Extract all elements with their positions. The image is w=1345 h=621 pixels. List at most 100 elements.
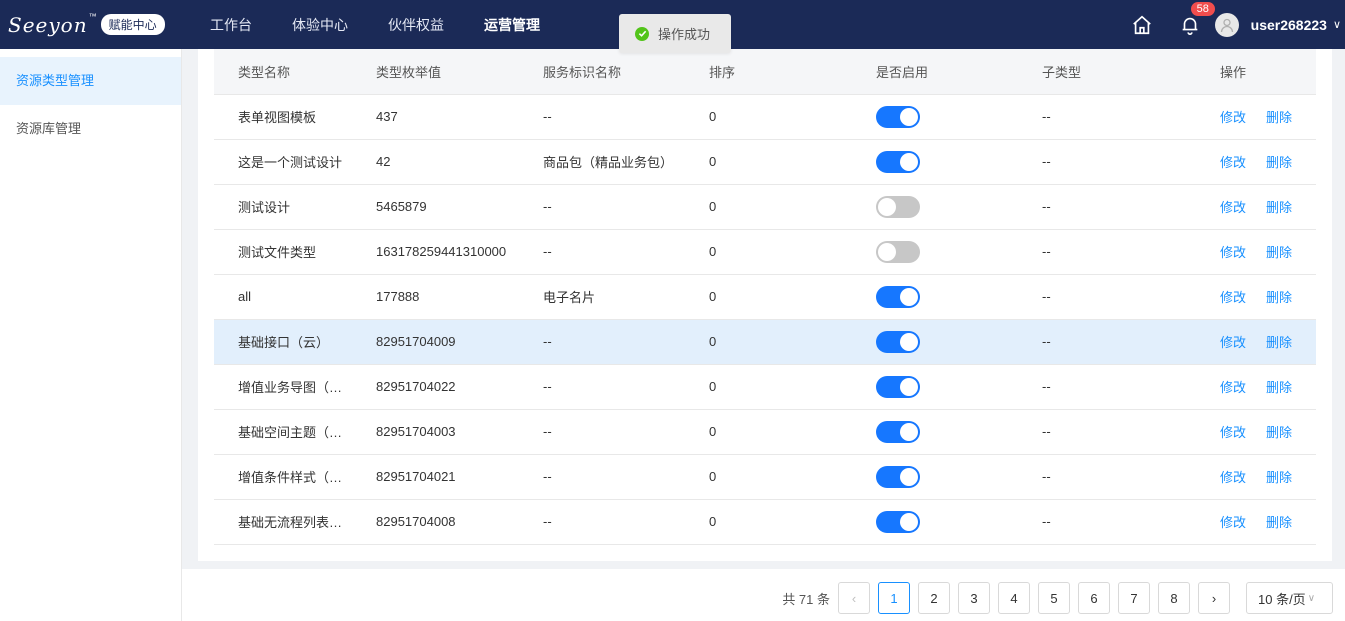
next-page-button[interactable]: ›	[1198, 582, 1230, 614]
page-button[interactable]: 4	[998, 582, 1030, 614]
delete-link[interactable]: 删除	[1266, 335, 1292, 350]
nav-item-operations[interactable]: 运营管理	[484, 15, 540, 35]
page-button[interactable]: 2	[918, 582, 950, 614]
edit-link[interactable]: 修改	[1220, 515, 1246, 530]
enabled-toggle[interactable]	[876, 510, 920, 533]
sidebar: 资源类型管理 资源库管理	[0, 49, 182, 621]
nav-item-workbench[interactable]: 工作台	[210, 15, 252, 35]
edit-link[interactable]: 修改	[1220, 200, 1246, 215]
edit-link[interactable]: 修改	[1220, 470, 1246, 485]
delete-link[interactable]: 删除	[1266, 155, 1292, 170]
pagination: 共 71 条 ‹ 12345678 › 10 条/页 ∨	[782, 582, 1333, 614]
logo-trademark: ™	[88, 12, 97, 21]
cell-type-name: 基础接口（云）	[214, 319, 352, 365]
page-button[interactable]: 7	[1118, 582, 1150, 614]
delete-link[interactable]: 删除	[1266, 110, 1292, 125]
cell-enum-value: 5465879	[352, 184, 519, 230]
cell-sort: 0	[685, 319, 852, 365]
cell-enum-value: 82951704003	[352, 409, 519, 455]
cell-actions: 修改 删除	[1196, 94, 1316, 140]
toggle-knob	[900, 287, 918, 306]
cell-actions: 修改 删除	[1196, 229, 1316, 275]
edit-link[interactable]: 修改	[1220, 380, 1246, 395]
delete-link[interactable]: 删除	[1266, 290, 1292, 305]
cell-subtype: --	[1018, 319, 1196, 365]
logo[interactable]: Seeyon ™ 赋能中心	[8, 12, 190, 37]
cell-type-name: all	[214, 274, 352, 320]
cell-enabled	[852, 409, 1018, 455]
page-size-select[interactable]: 10 条/页 ∨	[1246, 582, 1333, 614]
sidebar-item-label: 资源库管理	[16, 121, 82, 136]
page-button[interactable]: 1	[878, 582, 910, 614]
column-header-subtype: 子类型	[1018, 49, 1196, 95]
enabled-toggle[interactable]	[876, 420, 920, 443]
nav-item-partner-rights[interactable]: 伙伴权益	[388, 15, 444, 35]
delete-link[interactable]: 删除	[1266, 470, 1292, 485]
user-icon	[1220, 18, 1233, 32]
cell-enabled	[852, 454, 1018, 500]
cell-sort: 0	[685, 274, 852, 320]
prev-page-button[interactable]: ‹	[838, 582, 870, 614]
cell-sort: 0	[685, 229, 852, 275]
delete-link[interactable]: 删除	[1266, 200, 1292, 215]
cell-type-name: 测试设计	[214, 184, 352, 230]
sidebar-item-resource-type-management[interactable]: 资源类型管理	[0, 57, 181, 105]
table-row: 测试设计 5465879 -- 0 -- 修改 删除	[214, 184, 1316, 230]
enabled-toggle[interactable]	[876, 105, 920, 128]
delete-link[interactable]: 删除	[1266, 245, 1292, 260]
enabled-toggle[interactable]	[876, 195, 920, 218]
table-row: 基础无流程列表（云）82951704008--0--修改删除	[214, 499, 1316, 545]
chevron-down-icon[interactable]: ∨	[1333, 18, 1341, 31]
cell-service-name: --	[519, 94, 685, 140]
enabled-toggle[interactable]	[876, 240, 920, 263]
enabled-toggle[interactable]	[876, 330, 920, 353]
delete-link[interactable]: 删除	[1266, 515, 1292, 530]
cell-type-name: 增值条件样式（云）	[214, 454, 352, 500]
logo-text: Seeyon	[8, 12, 88, 37]
cell-subtype: --	[1018, 409, 1196, 455]
page-list: 12345678	[878, 582, 1198, 614]
cell-enabled	[852, 364, 1018, 410]
page-button[interactable]: 5	[1038, 582, 1070, 614]
edit-link[interactable]: 修改	[1220, 290, 1246, 305]
delete-link[interactable]: 删除	[1266, 425, 1292, 440]
table-row: all 177888 电子名片 0 -- 修改 删除	[214, 274, 1316, 320]
toggle-knob	[900, 377, 918, 396]
table-card: 类型名称 类型枚举值 服务标识名称 排序 是否启用 子类型 操作 表单视图模板 4…	[198, 49, 1332, 561]
column-header-service-name: 服务标识名称	[519, 49, 685, 95]
cell-subtype: --	[1018, 184, 1196, 230]
home-icon[interactable]	[1131, 14, 1153, 36]
toggle-knob	[878, 242, 896, 261]
cell-enum-value: 177888	[352, 274, 519, 320]
cell-enabled	[852, 229, 1018, 275]
page-button[interactable]: 3	[958, 582, 990, 614]
cell-type-name: 基础无流程列表（云）	[214, 499, 352, 545]
total-count: 共 71 条	[782, 591, 830, 607]
cell-service-name: --	[519, 499, 685, 545]
table-row: 这是一个测试设计 42 商品包（精品业务包） 0 -- 修改 删除	[214, 139, 1316, 185]
page-button[interactable]: 6	[1078, 582, 1110, 614]
username[interactable]: user268223	[1251, 17, 1327, 33]
toggle-knob	[900, 422, 918, 441]
delete-link[interactable]: 删除	[1266, 380, 1292, 395]
enabled-toggle[interactable]	[876, 375, 920, 398]
notification-badge: 58	[1189, 0, 1216, 17]
cell-sort: 0	[685, 364, 852, 410]
cell-enabled	[852, 274, 1018, 320]
edit-link[interactable]: 修改	[1220, 110, 1246, 125]
enabled-toggle[interactable]	[876, 285, 920, 308]
table-row: 增值业务导图（云） 82951704022 -- 0 -- 修改 删除	[214, 364, 1316, 410]
edit-link[interactable]: 修改	[1220, 335, 1246, 350]
edit-link[interactable]: 修改	[1220, 245, 1246, 260]
edit-link[interactable]: 修改	[1220, 425, 1246, 440]
nav-item-experience-center[interactable]: 体验中心	[292, 15, 348, 35]
page-button[interactable]: 8	[1158, 582, 1190, 614]
notification-bell[interactable]: 58	[1179, 0, 1216, 36]
sidebar-item-resource-library-management[interactable]: 资源库管理	[0, 105, 181, 153]
avatar[interactable]	[1214, 12, 1239, 37]
enabled-toggle[interactable]	[876, 465, 920, 488]
cell-type-name: 基础空间主题（云）	[214, 409, 352, 455]
enabled-toggle[interactable]	[876, 150, 920, 173]
cell-enum-value: 82951704022	[352, 364, 519, 410]
edit-link[interactable]: 修改	[1220, 155, 1246, 170]
